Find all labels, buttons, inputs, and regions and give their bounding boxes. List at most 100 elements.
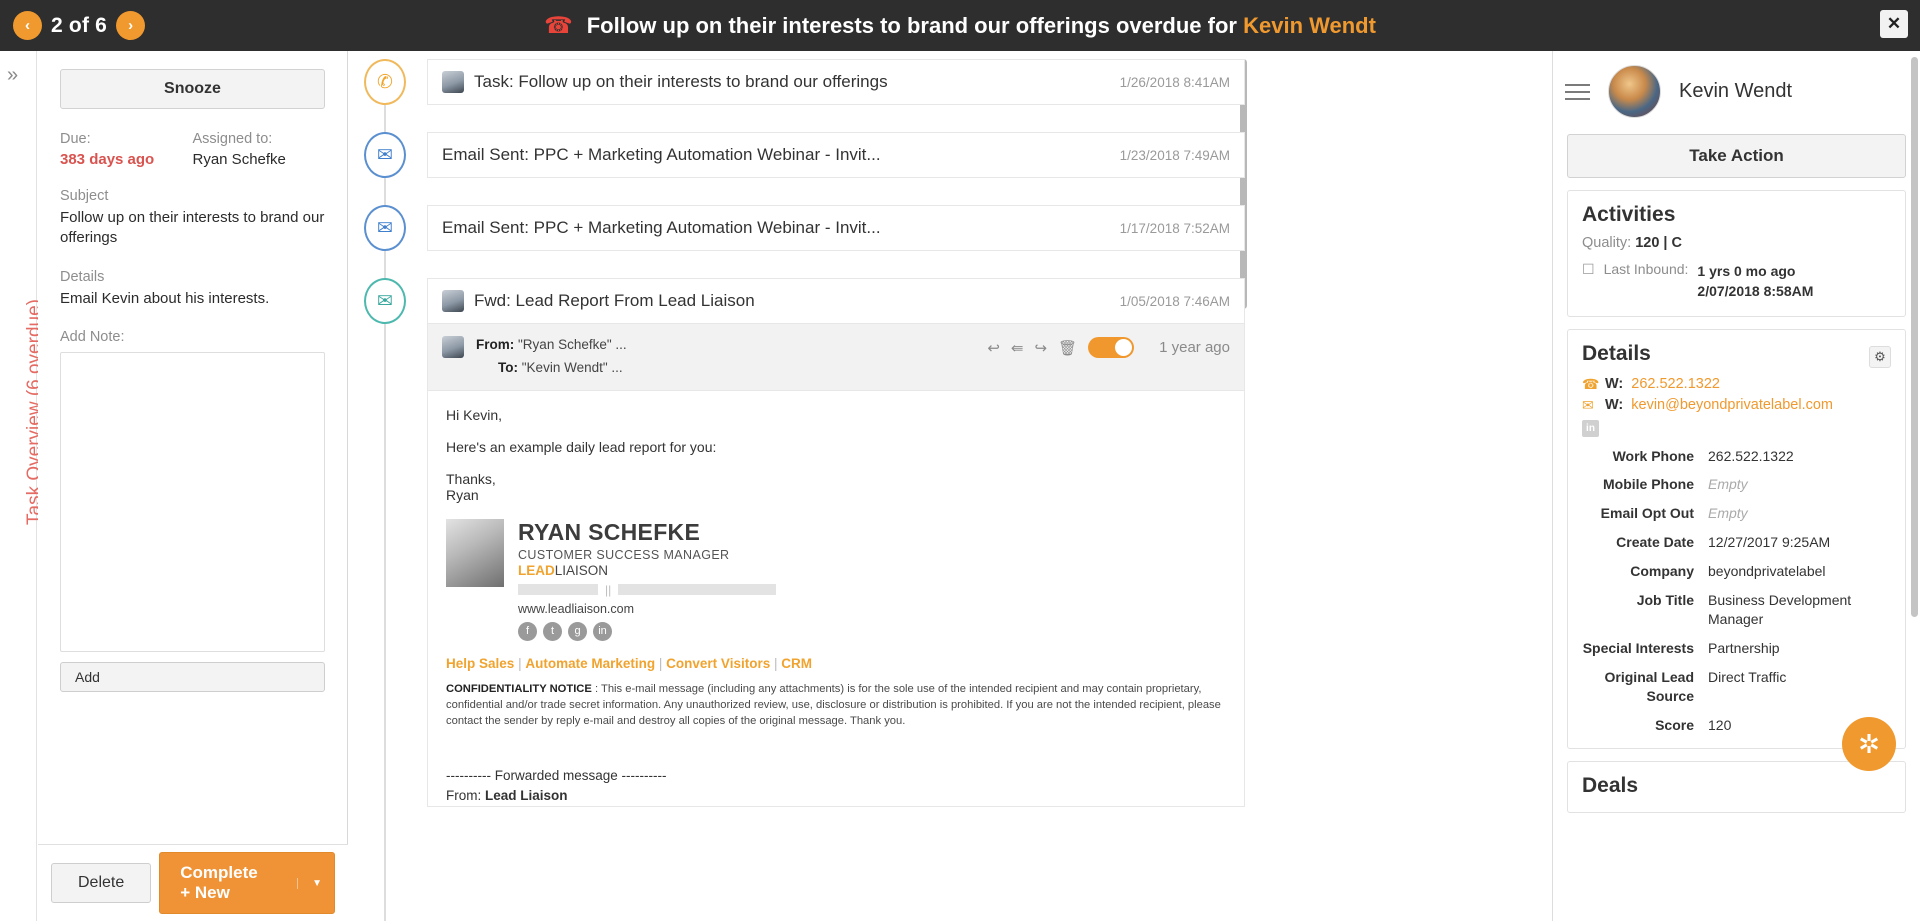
forwarded-header: ---------- Forwarded message ---------- <box>446 767 667 783</box>
reply-all-icon[interactable]: ⇚ <box>1011 339 1024 357</box>
sparkle-icon[interactable]: ✲ <box>1842 717 1896 771</box>
task-meta-row: Due: 383 days ago Assigned to: Ryan Sche… <box>60 131 325 168</box>
contact-header: Kevin Wendt <box>1553 51 1920 128</box>
activities-title: Activities <box>1582 203 1676 226</box>
email-prefix: W: <box>1605 397 1624 414</box>
due-value: 383 days ago <box>60 151 155 168</box>
close-icon[interactable]: ✕ <box>1880 10 1908 38</box>
detail-row: Original Lead Source Direct Traffic <box>1582 668 1891 706</box>
email-header: From: "Ryan Schefke" ... To: "Kevin Wendt… <box>427 324 1245 391</box>
detail-key: Mobile Phone <box>1603 476 1694 493</box>
complete-new-button[interactable]: Complete + New ▼ <box>159 852 335 914</box>
signature-url[interactable]: www.leadliaison.com <box>518 602 776 616</box>
confidentiality-title: CONFIDENTIALITY NOTICE <box>446 682 592 695</box>
facebook-icon[interactable]: f <box>518 621 537 641</box>
detail-row: Email Opt Out Empty <box>1582 504 1891 523</box>
forwarded-message-block: ---------- Forwarded message ---------- F… <box>446 766 1226 807</box>
signature-link[interactable]: CRM <box>781 656 812 671</box>
monitor-icon: ☐ <box>1582 261 1595 277</box>
forward-icon[interactable]: ↪ <box>1034 339 1047 357</box>
email-from-label: From: <box>476 337 515 352</box>
timeline-item[interactable]: ✉ Fwd: Lead Report From Lead Liaison 1/05/… <box>349 278 1249 324</box>
email-closing: Thanks, Ryan <box>446 470 496 503</box>
detail-key: Work Phone <box>1612 447 1694 464</box>
detail-row: Special Interests Partnership <box>1582 639 1891 658</box>
phone-icon: ☎ <box>1582 375 1600 392</box>
subject-label: Subject <box>60 188 109 204</box>
detail-value: 262.522.1322 <box>1708 447 1794 464</box>
signature-link[interactable]: Automate Marketing <box>525 656 655 671</box>
phone-icon: ✆ <box>364 59 406 105</box>
delete-button[interactable]: Delete <box>51 863 152 903</box>
quality-label: Quality: <box>1582 235 1632 251</box>
assigned-label: Assigned to: <box>192 131 273 147</box>
timeline-item[interactable]: ✉ Email Sent: PPC + Marketing Automation … <box>349 205 1249 251</box>
detail-row: Create Date 12/27/2017 9:25AM <box>1582 533 1891 552</box>
timeline-item[interactable]: ✆ Task: Follow up on their interests to b… <box>349 59 1249 105</box>
signature-role: CUSTOMER SUCCESS MANAGER <box>518 547 730 562</box>
menu-icon[interactable] <box>1565 79 1590 105</box>
pager-label: 2 of 6 <box>51 13 108 37</box>
deals-title: Deals <box>1582 774 1639 798</box>
detail-row: Mobile Phone Empty <box>1582 475 1891 494</box>
modal-title-wrap: ☎ Follow up on their interests to brand … <box>0 0 1920 51</box>
avatar <box>442 336 464 358</box>
prev-record-button[interactable]: ‹ <box>13 11 42 40</box>
add-note-button[interactable]: Add <box>60 661 325 692</box>
quality-value: 120 | C <box>1635 235 1682 251</box>
next-record-button[interactable]: › <box>116 11 146 40</box>
linkedin-icon[interactable]: in <box>593 621 612 641</box>
email-read-toggle[interactable] <box>1088 337 1135 358</box>
note-textarea[interactable] <box>60 351 325 652</box>
chevron-down-icon[interactable]: ▼ <box>297 877 322 889</box>
email-body: Hi Kevin, Here's an example daily lead re… <box>427 390 1246 808</box>
timeline-row[interactable]: Task: Follow up on their interests to br… <box>427 59 1245 105</box>
contact-email-row[interactable]: ✉ W: kevin@beyondprivatelabel.com <box>1582 397 1891 414</box>
email-from-value: "Ryan Schefke" ... <box>518 337 627 352</box>
email-value[interactable]: kevin@beyondprivatelabel.com <box>1631 397 1833 413</box>
googleplus-icon[interactable]: g <box>568 621 587 641</box>
timeline-item[interactable]: ✉ Email Sent: PPC + Marketing Automation … <box>349 132 1249 178</box>
timeline-title: Email Sent: PPC + Marketing Automation W… <box>442 145 881 164</box>
timeline-row[interactable]: Email Sent: PPC + Marketing Automation W… <box>427 132 1245 178</box>
signature-link[interactable]: Help Sales <box>446 656 514 671</box>
gear-icon[interactable]: ⚙ <box>1869 345 1891 368</box>
signature-link[interactable]: Convert Visitors <box>666 656 770 671</box>
snooze-button[interactable]: Snooze <box>60 69 325 109</box>
signature-brand: LEADLIAISON <box>518 562 609 578</box>
details-title: Details <box>1582 341 1651 365</box>
trash-icon[interactable]: 🗑 <box>1058 339 1077 357</box>
contact-name: Kevin Wendt <box>1679 80 1793 102</box>
expand-rail-icon[interactable]: » <box>7 65 18 85</box>
modal-header: ‹ 2 of 6 › ☎ Follow up on their interest… <box>0 0 1920 51</box>
due-label: Due: <box>60 131 91 147</box>
twitter-icon[interactable]: t <box>543 621 562 641</box>
phone-value[interactable]: 262.522.1322 <box>1631 376 1720 392</box>
timeline-timestamp: 1/17/2018 7:52AM <box>1119 220 1230 236</box>
contact-phone-row[interactable]: ☎ W: 262.522.1322 <box>1582 376 1891 393</box>
email-to-label: To: <box>498 359 518 375</box>
timeline-row[interactable]: Fwd: Lead Report From Lead Liaison 1/05/2… <box>427 278 1245 324</box>
take-action-button[interactable]: Take Action <box>1567 134 1906 178</box>
activity-timeline[interactable]: ✆ Task: Follow up on their interests to b… <box>349 51 1249 921</box>
record-pager: ‹ 2 of 6 › <box>13 11 146 40</box>
subject-block: Subject Follow up on their interests to … <box>60 188 325 249</box>
quality-row: Quality: 120 | C <box>1582 235 1891 251</box>
timeline-row[interactable]: Email Sent: PPC + Marketing Automation W… <box>427 205 1245 251</box>
reply-icon[interactable]: ↩ <box>987 339 1000 357</box>
complete-new-label: Complete + New <box>180 863 258 902</box>
assigned-block: Assigned to: Ryan Schefke <box>193 131 326 168</box>
detail-value: Empty <box>1708 505 1748 522</box>
email-participants: From: "Ryan Schefke" ... To: "Kevin Wendt… <box>476 334 627 380</box>
signature-photo <box>446 518 504 587</box>
email-line-1: Here's an example daily lead report for … <box>446 438 717 455</box>
linkedin-icon[interactable]: in <box>1582 419 1599 437</box>
signature-redacted-contact: || <box>518 583 777 597</box>
email-opened-icon: ✉ <box>364 278 406 324</box>
confidentiality-notice: CONFIDENTIALITY NOTICE : This e-mail mes… <box>446 681 1246 730</box>
contact-panel: Kevin Wendt Take Action Activities Quali… <box>1552 51 1920 921</box>
left-rail: » Task Overview (6 overdue) <box>0 51 45 921</box>
contact-panel-scrollbar[interactable] <box>1911 57 1918 617</box>
task-detail-body: Snooze Due: 383 days ago Assigned to: Ry… <box>38 51 347 794</box>
detail-row: Company beyondprivatelabel <box>1582 562 1891 581</box>
